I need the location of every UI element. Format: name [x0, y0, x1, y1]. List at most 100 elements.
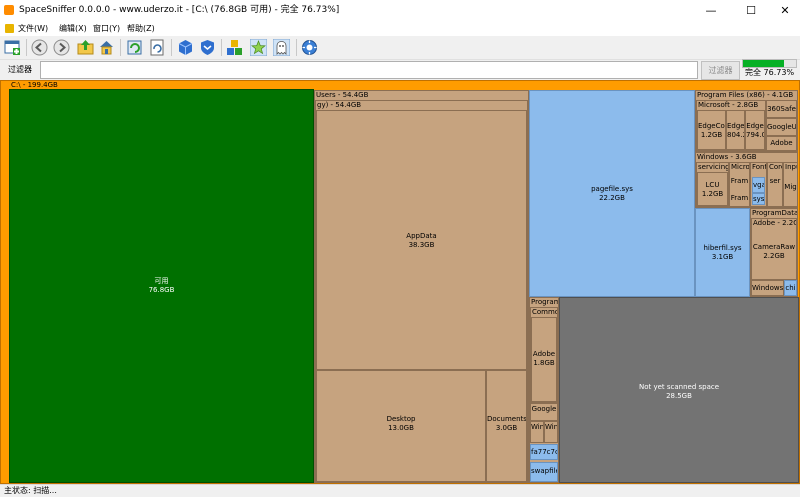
program-label: Program — [531, 298, 558, 306]
pagefile-name: pagefile.sys — [591, 185, 633, 193]
win2-name: Win — [545, 423, 558, 431]
filter-label: 过滤器 — [8, 65, 32, 74]
common-label: Commo — [532, 308, 557, 316]
free-space-name: 可用 — [154, 277, 169, 285]
tile-appdata[interactable]: AppData 38.3GB — [316, 110, 527, 370]
appdata-size: 38.3GB — [408, 241, 435, 249]
tile-adobe-x86[interactable]: Adobe — [766, 136, 797, 151]
settings-icon[interactable] — [300, 38, 319, 57]
pfx86-label: Program Files (x86) - 4.1GB — [697, 91, 794, 99]
tile-hiberfil[interactable]: hiberfil.sys 3.1GB — [695, 208, 750, 297]
tile-fa77c7c[interactable]: fa77c7c — [530, 444, 558, 460]
close-button[interactable]: ✕ — [765, 0, 800, 21]
new-window-icon[interactable] — [3, 38, 22, 57]
tile-lcu[interactable]: LCU 1.2GB — [697, 172, 728, 206]
up-icon[interactable] — [76, 38, 95, 57]
adobe-pf-size: 1.8GB — [533, 359, 555, 367]
tile-360safe[interactable]: 360Safe — [766, 100, 797, 118]
blue-shield-icon[interactable] — [198, 38, 217, 57]
star-icon[interactable] — [249, 38, 268, 57]
toolbar — [0, 36, 800, 60]
tile-adobe-pf[interactable]: Adobe 1.8GB — [531, 317, 557, 402]
edgecore-size: 1.2GB — [700, 131, 723, 139]
filter-input[interactable] — [40, 61, 698, 79]
home-icon[interactable] — [97, 38, 116, 57]
googleupdate-name: GoogleU — [767, 123, 797, 131]
ghost-icon[interactable] — [272, 38, 291, 57]
app-icon — [4, 5, 14, 15]
tile-windows-small[interactable]: Windows — [751, 280, 784, 296]
blue-cube-icon[interactable] — [176, 38, 195, 57]
win1-name: Win — [531, 423, 544, 431]
minimize-button[interactable]: — — [691, 0, 731, 21]
tile-win-2[interactable]: Win — [544, 421, 558, 443]
status-bar: 主状态: 扫描... — [0, 484, 800, 497]
scan-progress-fill — [743, 60, 784, 67]
tile-vga[interactable]: vga — [752, 177, 765, 193]
tile-documents[interactable]: Documents 3.0GB — [486, 370, 527, 482]
status-text: 主状态: 扫描... — [4, 486, 57, 495]
tile-chi[interactable]: chi — [784, 280, 797, 296]
adobe-pd-label: Adobe - 2.2G — [753, 219, 796, 227]
tile-google-pf[interactable]: Google — [530, 403, 558, 421]
framework-2: Fram — [730, 194, 749, 202]
menu-file[interactable]: 文件(W) — [18, 21, 48, 36]
not-scanned-size: 28.5GB — [666, 392, 692, 400]
edgecore-name: EdgeCore — [698, 122, 725, 130]
edge2-name: Edge — [746, 122, 764, 130]
pagefile-size: 22.2GB — [599, 194, 625, 202]
tile-free-space[interactable]: 可用 76.8GB — [9, 89, 314, 483]
documents-size: 3.0GB — [495, 424, 518, 432]
desktop-name: Desktop — [386, 415, 416, 423]
filter-row: 过滤器 过滤器 — [0, 60, 800, 80]
tile-pagefile[interactable]: pagefile.sys 22.2GB — [529, 90, 695, 297]
lcu-name: LCU — [705, 181, 720, 189]
adobe-pf-name: Adobe — [532, 350, 556, 358]
tile-adobe-programdata[interactable]: Adobe - 2.2G CameraRaw 2.2GB — [751, 218, 797, 280]
refresh-icon[interactable] — [125, 38, 144, 57]
tile-swapfile[interactable]: swapfile — [530, 462, 558, 482]
edge2-size: 794.0 — [746, 131, 765, 139]
tile-win-1[interactable]: Win — [530, 421, 544, 443]
menu-help[interactable]: 帮助(Z) — [127, 21, 155, 36]
framework-1: Fram — [730, 177, 749, 185]
tile-edgecore[interactable]: EdgeCore 1.2GB — [697, 110, 726, 150]
tile-edge[interactable]: Edge 804.2 — [726, 110, 745, 150]
edge-name: Edge — [727, 122, 745, 130]
user-profile-label: gy) - 54.4GB — [317, 101, 362, 109]
tile-core[interactable]: Core ser — [767, 162, 783, 207]
rescan-icon[interactable] — [148, 38, 167, 57]
windows-label: Windows - 3.6GB — [697, 153, 757, 161]
title-bar: SpaceSniffer 0.0.0.0 - www.uderzo.it - [… — [0, 0, 800, 21]
tile-not-scanned[interactable]: Not yet scanned space 28.5GB — [559, 297, 799, 483]
programdata-label: ProgramData — [752, 209, 797, 217]
lcu-size: 1.2GB — [701, 190, 724, 198]
tile-sys-item[interactable]: sys — [752, 193, 765, 205]
menu-window[interactable]: 窗口(Y) — [93, 21, 120, 36]
tile-fonts[interactable]: Fonts vga sys — [750, 162, 767, 207]
tile-edge-2[interactable]: Edge 794.0 — [745, 110, 765, 150]
free-space-size: 76.8GB — [148, 286, 175, 294]
windows-small-name: Windows — [752, 284, 784, 292]
menu-edit[interactable]: 编辑(X) — [59, 21, 87, 36]
treemap: C:\ - 199.4GB 可用 76.8GB Users - 54.4GB g… — [0, 80, 800, 484]
back-icon[interactable] — [30, 38, 49, 57]
filter-button[interactable]: 过滤器 — [701, 61, 740, 80]
tile-desktop[interactable]: Desktop 13.0GB — [316, 370, 486, 482]
window-title: SpaceSniffer 0.0.0.0 - www.uderzo.it - [… — [19, 5, 340, 15]
tree-icon[interactable] — [225, 38, 244, 57]
fonts-label: Fonts — [752, 163, 766, 171]
cameraraw-name: CameraRaw — [752, 243, 796, 251]
vga-name: vga — [753, 181, 765, 189]
hiberfil-name: hiberfil.sys — [703, 244, 742, 252]
tile-inpu[interactable]: Inpu Mig — [783, 162, 798, 207]
servicing-label: servicing — [698, 163, 728, 171]
tile-googleupdate[interactable]: GoogleU — [766, 118, 797, 136]
inpu-label: Inpu — [785, 163, 797, 171]
appdata-name: AppData — [406, 232, 437, 240]
desktop-size: 13.0GB — [388, 424, 414, 432]
google-pf-name: Google — [531, 405, 557, 413]
tile-microsoft-net[interactable]: Micro Fram Fram — [729, 162, 750, 207]
forward-icon[interactable] — [52, 38, 71, 57]
scan-progress-label: 完全 76.73% — [745, 68, 795, 77]
